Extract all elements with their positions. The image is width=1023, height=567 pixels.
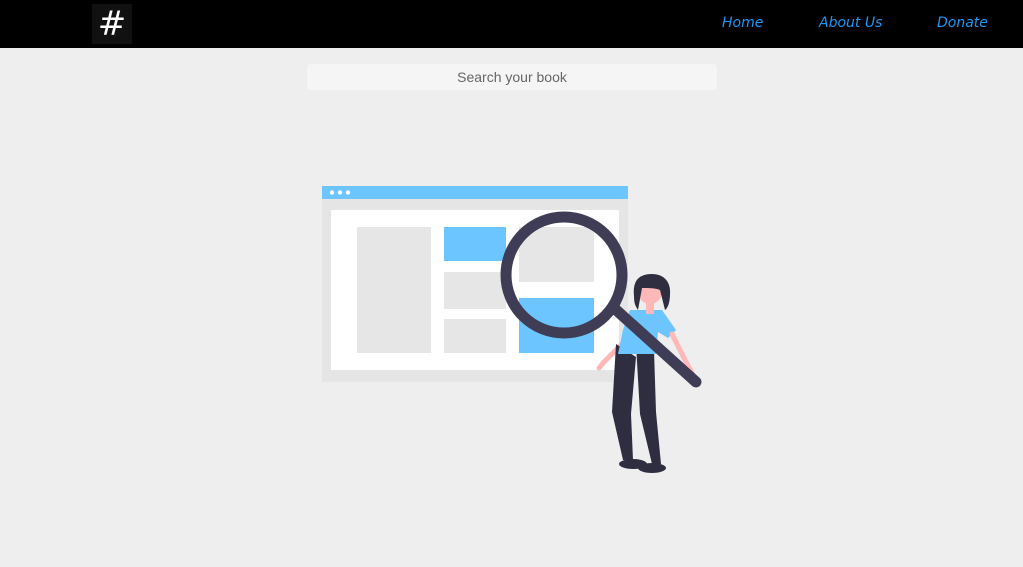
hash-logo[interactable]: # — [92, 4, 132, 44]
search-input[interactable] — [307, 64, 717, 90]
top-navbar: # Home About Us Donate — [0, 0, 1023, 48]
nav-donate-link[interactable]: Donate — [937, 15, 988, 31]
search-illustration — [322, 186, 702, 473]
nav-home-link[interactable]: Home — [722, 15, 763, 31]
nav-about-link[interactable]: About Us — [819, 15, 882, 31]
